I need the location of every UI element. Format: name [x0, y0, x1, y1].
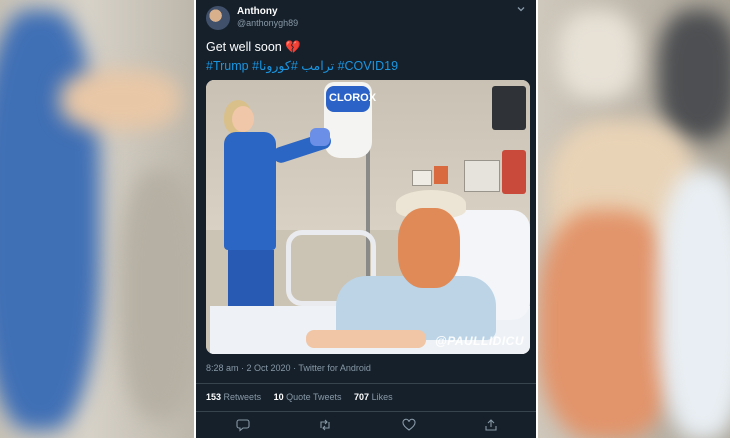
action-bar: [196, 418, 536, 436]
retweets-count: 153: [206, 392, 222, 402]
hashtags: #Trump #ترامب #كورونا #COVID19: [206, 58, 398, 73]
hashtag-corona[interactable]: #كورونا: [259, 59, 298, 73]
tweet-meta: 8:28 am · 2 Oct 2020 · Twitter for Andro…: [206, 363, 371, 373]
retweets-label: Retweets: [223, 392, 262, 402]
retweets-stat[interactable]: 153 Retweets: [206, 392, 264, 402]
retweet-icon[interactable]: [318, 418, 334, 434]
like-icon[interactable]: [402, 418, 418, 434]
blurred-wall-panel: [558, 10, 638, 100]
quote-tweets-stat[interactable]: 10 Quote Tweets: [274, 392, 344, 402]
quote-label: Quote Tweets: [286, 392, 342, 402]
blurred-background-left: [0, 0, 194, 438]
monitor-device: [492, 86, 526, 130]
hashtag-trump[interactable]: #Trump: [206, 59, 249, 73]
wall-socket-red: [434, 166, 448, 184]
divider: [196, 383, 536, 384]
tweet-text-body: Get well soon: [206, 40, 282, 54]
likes-label: Likes: [371, 392, 393, 402]
blurred-arm: [60, 70, 180, 130]
bleach-brand-text: CLOROX: [329, 92, 377, 104]
blurred-face: [538, 210, 678, 438]
patient-face: [398, 208, 460, 288]
timestamp[interactable]: 8:28 am · 2 Oct 2020: [206, 363, 291, 373]
likes-stat[interactable]: 707 Likes: [354, 392, 393, 402]
avatar[interactable]: [206, 6, 230, 30]
blurred-monitor: [658, 10, 730, 140]
tweet-text: Get well soon 💔: [206, 40, 301, 55]
blurred-pillow: [658, 170, 730, 438]
tweet-image[interactable]: CLOROX @PAULLIDICU: [206, 80, 530, 354]
quote-count: 10: [273, 392, 284, 402]
nurse-face: [232, 106, 254, 132]
nurse-scrubs: [224, 132, 276, 250]
likes-count: 707: [354, 392, 370, 402]
chevron-down-icon[interactable]: [516, 4, 526, 17]
reply-icon[interactable]: [236, 418, 252, 434]
blurred-background-right: [538, 0, 730, 438]
share-icon[interactable]: [484, 418, 500, 434]
wall-outlet: [412, 170, 432, 186]
author-name[interactable]: Anthony: [237, 6, 278, 17]
red-equipment: [502, 150, 526, 194]
nurse-glove: [310, 128, 330, 146]
tweet-stats: 153 Retweets 10 Quote Tweets 707 Likes: [206, 392, 403, 402]
hashtag-covid19[interactable]: #COVID19: [338, 59, 398, 73]
image-watermark: @PAULLIDICU: [435, 334, 524, 348]
tweet-card: Anthony @anthonygh89 Get well soon 💔 #Tr…: [194, 0, 538, 438]
divider: [196, 411, 536, 412]
broken-heart-emoji: 💔: [285, 40, 301, 54]
client-name[interactable]: Twitter for Android: [298, 363, 371, 373]
blurred-equipment: [120, 170, 194, 420]
author-handle[interactable]: @anthonygh89: [237, 18, 298, 28]
patient-arm: [306, 330, 426, 348]
wall-device: [464, 160, 500, 192]
